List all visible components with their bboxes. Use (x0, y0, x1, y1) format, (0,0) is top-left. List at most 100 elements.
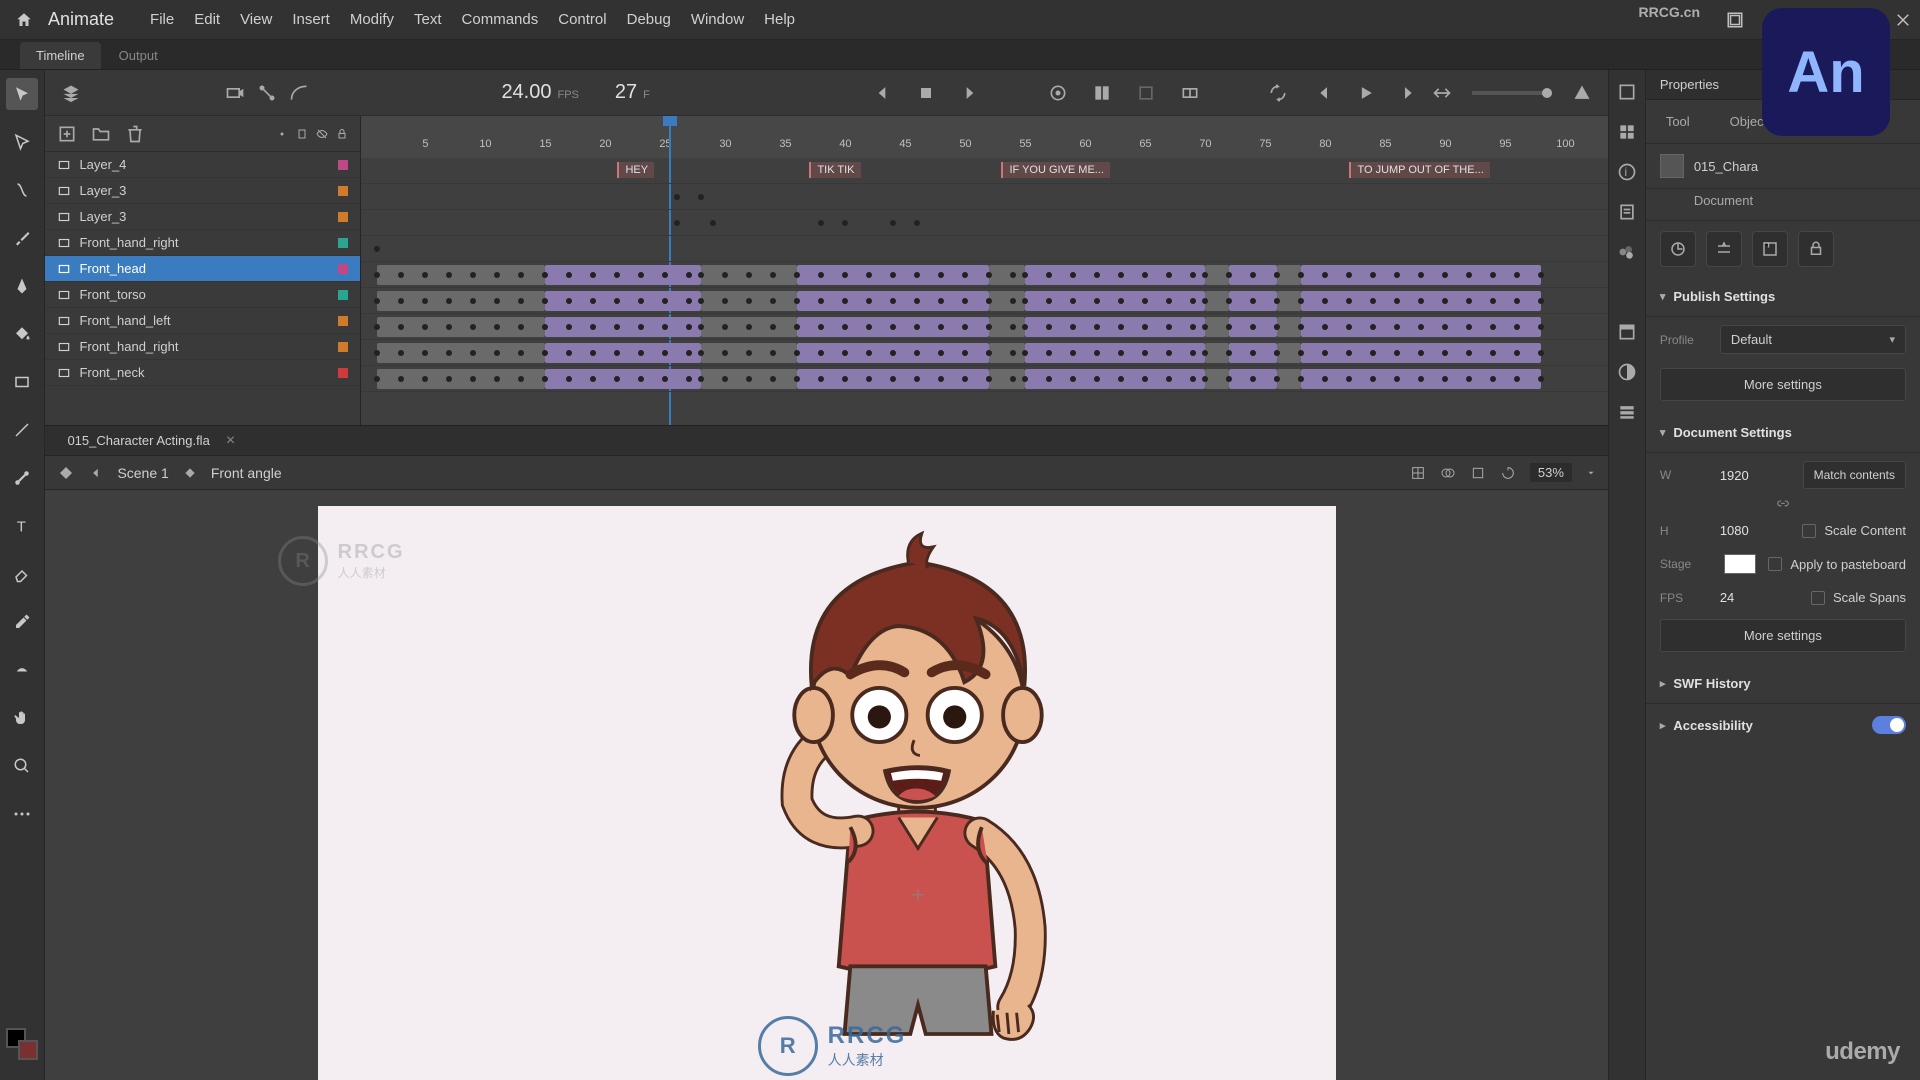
swatches-panel-icon[interactable] (1617, 242, 1637, 262)
tween-span[interactable] (989, 369, 1025, 389)
last-frame-icon[interactable] (1400, 83, 1420, 103)
menu-help[interactable]: Help (764, 11, 795, 28)
symbol-crumb[interactable]: Front angle (211, 465, 282, 481)
first-frame-icon[interactable] (1312, 83, 1332, 103)
profile-select[interactable]: Default ▾ (1720, 325, 1906, 354)
keyframe[interactable] (674, 194, 680, 200)
tween-span[interactable] (1025, 369, 1205, 389)
publish-section-header[interactable]: ▾ Publish Settings (1646, 277, 1920, 317)
eyedropper-tool[interactable] (6, 606, 38, 638)
layer-color-swatch[interactable] (338, 160, 348, 170)
line-tool[interactable] (6, 414, 38, 446)
menu-insert[interactable]: Insert (292, 11, 330, 28)
stage-area[interactable]: R RRCG 人人素材 (45, 490, 1607, 1080)
overprint-icon[interactable] (1440, 465, 1456, 481)
layer-row[interactable]: Front_torso (45, 282, 360, 308)
docsettings-section-header[interactable]: ▾ Document Settings (1646, 413, 1920, 453)
keyframe[interactable] (1538, 272, 1544, 278)
tab-output[interactable]: Output (103, 42, 174, 69)
zoom-value[interactable]: 53% (1530, 463, 1572, 482)
next-keyframe-icon[interactable] (960, 83, 980, 103)
pen-tool[interactable] (6, 270, 38, 302)
info-panel-icon[interactable]: i (1617, 162, 1637, 182)
stage-color-swatch[interactable] (1724, 554, 1756, 574)
keyframe[interactable] (674, 220, 680, 226)
fill-color-well[interactable] (18, 1040, 38, 1060)
layer-color-swatch[interactable] (338, 212, 348, 222)
library-panel-icon[interactable] (1617, 322, 1637, 342)
keyframe[interactable] (1538, 324, 1544, 330)
width-field[interactable]: 1920 (1720, 468, 1780, 483)
fps-display[interactable]: 24.00 FPS 27 F (501, 81, 649, 104)
tween-span[interactable] (1025, 291, 1205, 311)
bone-tool[interactable] (6, 462, 38, 494)
track-row[interactable]: HEYTIK TIKIF YOU GIVE ME...TO JUMP OUT O… (361, 158, 1607, 184)
eraser-tool[interactable] (6, 558, 38, 590)
layer-color-swatch[interactable] (338, 342, 348, 352)
track-row[interactable] (361, 236, 1607, 262)
keyframe[interactable] (698, 194, 704, 200)
track-row[interactable] (361, 184, 1607, 210)
keyframe[interactable] (1538, 376, 1544, 382)
layer-row[interactable]: Front_hand_left (45, 308, 360, 334)
tween-span[interactable] (989, 343, 1025, 363)
layer-color-swatch[interactable] (338, 186, 348, 196)
edit-symbol-icon[interactable] (57, 464, 75, 482)
lock-icon[interactable] (336, 128, 348, 140)
layer-row[interactable]: Front_hand_right (45, 230, 360, 256)
hand-tool[interactable] (6, 702, 38, 734)
keyframe[interactable] (1538, 298, 1544, 304)
layer-row[interactable]: Front_neck (45, 360, 360, 386)
text-tool[interactable]: T (6, 510, 38, 542)
tween-span[interactable] (1025, 343, 1205, 363)
menu-view[interactable]: View (240, 11, 272, 28)
clip-icon[interactable] (1470, 465, 1486, 481)
track-row[interactable] (361, 262, 1607, 288)
layer-color-swatch[interactable] (338, 316, 348, 326)
keyframe[interactable] (914, 220, 920, 226)
scale-content-checkbox[interactable] (1802, 524, 1816, 538)
workspace-icon[interactable] (1726, 11, 1744, 29)
new-folder-icon[interactable] (91, 124, 111, 144)
keyframe[interactable] (710, 220, 716, 226)
layer-row[interactable]: Layer_3 (45, 178, 360, 204)
more-tools-icon[interactable] (6, 798, 38, 830)
track-row[interactable] (361, 340, 1607, 366)
frame-marker-icon[interactable] (1136, 83, 1156, 103)
menu-text[interactable]: Text (414, 11, 442, 28)
frame-label[interactable]: TIK TIK (809, 162, 860, 178)
align-panel-icon[interactable] (1617, 82, 1637, 102)
keyframe[interactable] (890, 220, 896, 226)
accessibility-toggle[interactable] (1872, 716, 1906, 734)
menu-commands[interactable]: Commands (462, 11, 539, 28)
keyframe[interactable] (842, 220, 848, 226)
menu-debug[interactable]: Debug (627, 11, 671, 28)
layer-row[interactable]: Front_hand_right (45, 334, 360, 360)
subselection-tool[interactable] (6, 126, 38, 158)
document-tab[interactable]: 015_Character Acting.fla (57, 429, 219, 452)
scale-spans-checkbox[interactable] (1811, 591, 1825, 605)
track-row[interactable] (361, 288, 1607, 314)
selection-tool[interactable] (6, 78, 38, 110)
zoom-dropdown-icon[interactable] (1586, 468, 1596, 478)
layer-row[interactable]: Layer_4 (45, 152, 360, 178)
keyframe[interactable] (1538, 350, 1544, 356)
layer-color-swatch[interactable] (338, 238, 348, 248)
layer-color-swatch[interactable] (338, 368, 348, 378)
track-row[interactable] (361, 210, 1607, 236)
visibility-icon[interactable] (316, 128, 328, 140)
publish-more-button[interactable]: More settings (1660, 368, 1906, 401)
menu-file[interactable]: File (150, 11, 174, 28)
zoom-out-icon[interactable] (1572, 83, 1592, 103)
components-panel-icon[interactable] (1617, 402, 1637, 422)
match-contents-button[interactable]: Match contents (1803, 461, 1906, 489)
highlight-icon[interactable] (276, 128, 288, 140)
tween-span[interactable] (989, 291, 1025, 311)
transform-panel-icon[interactable] (1617, 122, 1637, 142)
layers-icon[interactable] (61, 83, 81, 103)
frame-label[interactable]: TO JUMP OUT OF THE... (1349, 162, 1489, 178)
paint-bucket-tool[interactable] (6, 318, 38, 350)
link-dims-icon[interactable] (1776, 497, 1790, 511)
timeline-zoom-slider[interactable] (1472, 91, 1552, 95)
frame-label[interactable]: IF YOU GIVE ME... (1001, 162, 1110, 178)
